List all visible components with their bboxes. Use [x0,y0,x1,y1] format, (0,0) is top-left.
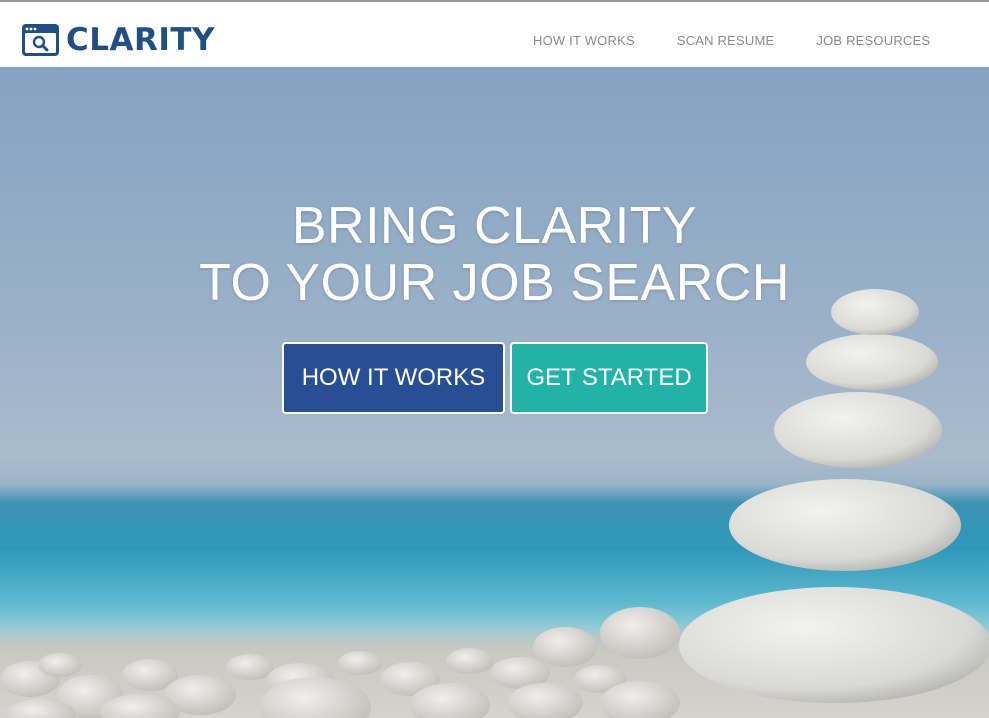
hero-section: BRING CLARITY TO YOUR JOB SEARCH HOW IT … [0,67,989,718]
nav-link-scan-resume[interactable]: SCAN RESUME [677,33,775,48]
navbar: CLARITY HOW IT WORKS SCAN RESUME JOB RES… [0,2,989,67]
search-window-icon [22,24,59,56]
hero-headline-line-1: BRING CLARITY [291,197,698,255]
how-it-works-button[interactable]: HOW IT WORKS [282,342,505,414]
nav-link-how-it-works[interactable]: HOW IT WORKS [533,33,635,48]
get-started-button[interactable]: GET STARTED [510,342,708,414]
nav-link-job-resources[interactable]: JOB RESOURCES [816,33,930,48]
nav-links: HOW IT WORKS SCAN RESUME JOB RESOURCES [533,33,930,48]
brand-name: CLARITY [66,22,215,58]
brand-logo[interactable]: CLARITY [21,22,215,58]
hero-headline-line-2: TO YOUR JOB SEARCH [199,254,790,312]
